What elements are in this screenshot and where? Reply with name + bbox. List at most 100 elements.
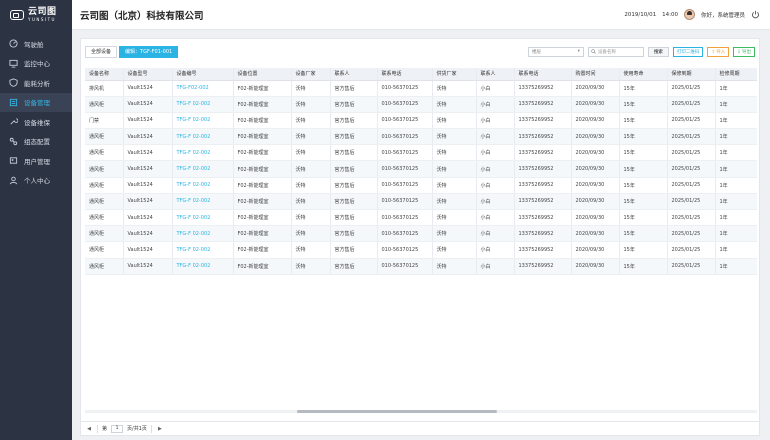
sidebar-item-maintenance[interactable]: 设备维保 <box>0 112 72 132</box>
table-row[interactable]: 通风柜 Vault1524 TFG-F 02-002 F02-新能理室 沃特 官方售后 01… <box>85 144 757 162</box>
table-cell: F02-新能理室 <box>233 225 292 243</box>
table-cell: 通风柜 <box>85 209 124 227</box>
device-code-link[interactable]: TFG-F 02-002 <box>172 193 234 211</box>
table-row[interactable]: 通风柜 Vault1524 TFG-F 02-002 F02-新能理室 沃特 官方售后 01… <box>85 225 757 243</box>
table-cell: 小白 <box>476 177 515 194</box>
sidebar-item-monitor[interactable]: 监控中心 <box>0 54 72 74</box>
table-cell: 010-56370125 <box>377 177 433 194</box>
device-code-link[interactable]: TFG-F 02-002 <box>172 112 234 130</box>
table-cell: Vault1524 <box>123 241 173 259</box>
import-label: 导入 <box>716 48 726 54</box>
avatar[interactable] <box>683 9 695 20</box>
table-cell: F02-新能理室 <box>233 193 292 211</box>
user-greeting[interactable]: 你好，系统管理员 <box>701 11 745 19</box>
column-header[interactable]: 使用寿命 <box>619 68 668 81</box>
column-header[interactable]: 设备厂家 <box>291 68 331 81</box>
column-header[interactable]: 检修周期 <box>715 68 757 81</box>
scrollbar-thumb[interactable] <box>297 410 497 413</box>
floor-select[interactable]: 楼层 ▾ <box>527 46 584 57</box>
sidebar-item-dashboard[interactable]: 驾驶舱 <box>0 34 72 54</box>
device-code-link[interactable]: TFG-F 02-002 <box>172 96 234 113</box>
prev-page-icon[interactable]: ◀ <box>85 425 93 433</box>
all-devices-button[interactable]: 全部设备 <box>85 45 118 58</box>
table-row[interactable]: 通风柜 Vault1524 TFG-F 02-002 F02-新能理室 沃特 官方售后 01… <box>85 128 757 146</box>
column-header[interactable]: 设备型号 <box>123 68 173 81</box>
device-code-link[interactable]: TFG-F 02-002 <box>172 209 234 227</box>
table-row[interactable]: 通风柜 Vault1524 TFG-F 02-002 F02-新能理室 沃特 官方售后 01… <box>85 193 757 211</box>
pagination: ◀ 第 1 页/共1页 ▶ <box>81 421 761 435</box>
sidebar-item-config[interactable]: 组态配置 <box>0 132 72 152</box>
page-number-input[interactable]: 1 <box>111 424 124 433</box>
table-row[interactable]: 通风柜 Vault1524 TFG-F 02-002 F02-新能理室 沃特 官方售后 01… <box>85 258 757 275</box>
sidebar-item-profile[interactable]: 个人中心 <box>0 171 72 191</box>
table-cell: 沃特 <box>291 177 331 194</box>
table-cell: 小白 <box>476 112 515 130</box>
table-cell: 010-56370125 <box>377 160 433 178</box>
table-cell: F02-新能理室 <box>233 160 292 178</box>
table-cell: 2020/09/30 <box>571 112 620 130</box>
table-cell: 沃特 <box>432 96 477 113</box>
device-code-link[interactable]: TFG-F02-002 <box>172 80 234 97</box>
export-button[interactable]: ⇩ 导出 <box>733 46 755 57</box>
sidebar-item-users[interactable]: 用户管理 <box>0 151 72 171</box>
sidebar-item-energy[interactable]: 能耗分析 <box>0 73 72 93</box>
import-button[interactable]: ⇪ 导入 <box>707 46 730 57</box>
table-cell: 排风机 <box>85 80 124 97</box>
table-cell: 13375269952 <box>514 258 572 275</box>
table-cell: Vault1524 <box>123 193 173 211</box>
table-row[interactable]: 排风机 Vault1524 TFG-F02-002 F02-新能理室 沃特 官方售后 010… <box>85 80 757 97</box>
table-cell: 通风柜 <box>85 225 124 243</box>
column-header[interactable]: 供货厂家 <box>432 68 477 81</box>
device-code-link[interactable]: TFG-F 02-002 <box>172 160 234 178</box>
table-cell: 小白 <box>476 80 515 97</box>
column-header[interactable]: 联系人 <box>476 68 515 81</box>
table-cell: 官方售后 <box>330 193 378 211</box>
table-cell: 1年 <box>715 193 757 211</box>
device-code-link[interactable]: TFG-F 02-002 <box>172 258 234 275</box>
table-cell: 010-56370125 <box>377 128 433 146</box>
device-code-link[interactable]: TFG-F 02-002 <box>172 241 234 259</box>
column-header[interactable]: 联系电话 <box>514 68 572 81</box>
table-cell: 13375269952 <box>514 80 572 97</box>
filter-tag[interactable]: 编辑：TGF-F01-001 <box>119 45 179 58</box>
horizontal-scrollbar[interactable] <box>85 410 757 413</box>
device-code-link[interactable]: TFG-F 02-002 <box>172 225 234 243</box>
column-header[interactable]: 设备名称 <box>85 68 124 81</box>
column-header[interactable]: 联系电话 <box>377 68 433 81</box>
device-code-link[interactable]: TFG-F 02-002 <box>172 128 234 146</box>
device-code-link[interactable]: TFG-F 02-002 <box>172 177 234 194</box>
table-cell: 沃特 <box>291 128 331 146</box>
content-panel: 全部设备 编辑：TGF-F01-001 楼层 ▾ 设备名称 搜索 打印二维码 ⇪… <box>80 38 761 436</box>
import-icon: ⇪ <box>711 48 716 54</box>
table-cell: 13375269952 <box>514 241 572 259</box>
column-header[interactable]: 联系人 <box>330 68 378 81</box>
table-cell: 通风柜 <box>85 193 124 211</box>
next-page-icon[interactable]: ▶ <box>156 425 164 433</box>
table-cell: Vault1524 <box>123 96 173 113</box>
table-row[interactable]: 通风柜 Vault1524 TFG-F 02-002 F02-新能理室 沃特 官方售后 01… <box>85 209 757 227</box>
power-icon[interactable] <box>751 10 760 19</box>
column-header[interactable]: 保修到期 <box>667 68 716 81</box>
column-header[interactable]: 设备位置 <box>233 68 292 81</box>
print-qr-button[interactable]: 打印二维码 <box>672 46 704 57</box>
search-input[interactable]: 设备名称 <box>587 46 644 57</box>
table-cell: F02-新能理室 <box>233 128 292 146</box>
table-cell: Vault1524 <box>123 144 173 162</box>
column-header[interactable]: 购置时间 <box>571 68 620 81</box>
table-row[interactable]: 通风柜 Vault1524 TFG-F 02-002 F02-新能理室 沃特 官方售后 01… <box>85 96 757 113</box>
sidebar-item-label: 监控中心 <box>24 60 50 69</box>
table-row[interactable]: 通风柜 Vault1524 TFG-F 02-002 F02-新能理室 沃特 官方售后 01… <box>85 177 757 194</box>
page-title: 云司图（北京）科技有限公司 <box>80 10 204 22</box>
table-cell: 13375269952 <box>514 96 572 113</box>
table-row[interactable]: 门禁 Vault1524 TFG-F 02-002 F02-新能理室 沃特 官方售后 010… <box>85 112 757 130</box>
table-cell: 1年 <box>715 80 757 97</box>
column-header[interactable]: 设备编号 <box>172 68 234 81</box>
sidebar-item-devices[interactable]: 设备管理 <box>0 92 72 112</box>
table-cell: 官方售后 <box>330 241 378 259</box>
table-row[interactable]: 通风柜 Vault1524 TFG-F 02-002 F02-新能理室 沃特 官方售后 01… <box>85 241 757 259</box>
table-cell: 010-56370125 <box>377 258 433 275</box>
table-cell: 小白 <box>476 241 515 259</box>
search-button[interactable]: 搜索 <box>647 46 669 57</box>
table-row[interactable]: 通风柜 Vault1524 TFG-F 02-002 F02-新能理室 沃特 官方售后 01… <box>85 160 757 178</box>
device-code-link[interactable]: TFG-F 02-002 <box>172 144 234 162</box>
